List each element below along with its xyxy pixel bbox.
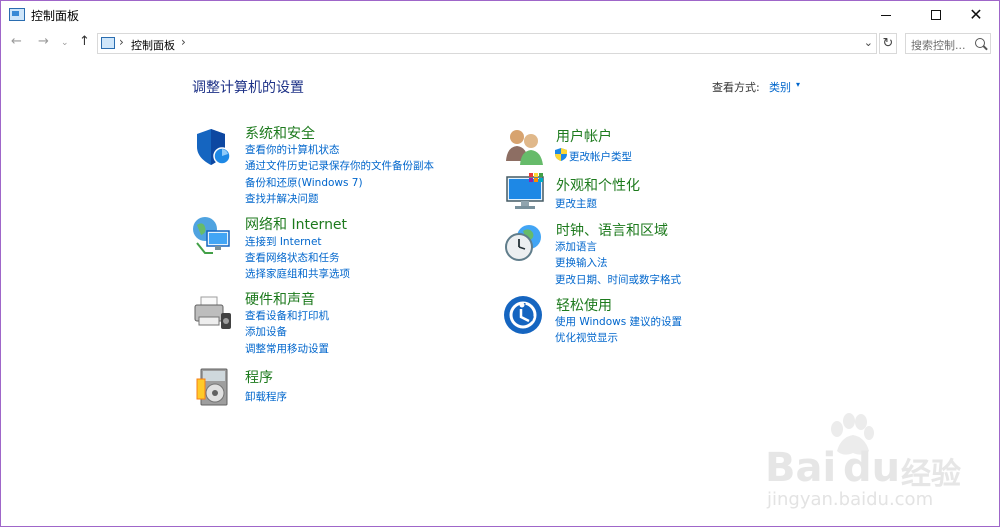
link-uninstall-program[interactable]: 卸载程序 xyxy=(245,389,287,404)
chevron-right-icon[interactable]: › xyxy=(119,35,124,49)
category-user-accounts[interactable]: 用户帐户 xyxy=(556,126,612,146)
link-homegroup[interactable]: 选择家庭组和共享选项 xyxy=(245,266,350,281)
watermark-brand: Bai xyxy=(765,445,837,491)
title-bar: 控制面板 ✕ xyxy=(1,1,999,29)
programs-icon[interactable] xyxy=(193,365,237,409)
link-recommended-settings[interactable]: 使用 Windows 建议的设置 xyxy=(555,314,682,329)
maximize-icon xyxy=(931,10,941,20)
link-change-input-method[interactable]: 更换输入法 xyxy=(555,255,608,270)
link-troubleshoot[interactable]: 查找并解决问题 xyxy=(245,191,319,206)
category-system-security[interactable]: 系统和安全 xyxy=(245,123,315,143)
window-title: 控制面板 xyxy=(31,9,80,23)
close-icon: ✕ xyxy=(969,5,983,24)
search-placeholder: 搜索控制... xyxy=(911,39,966,52)
category-hardware-sound[interactable]: 硬件和声音 xyxy=(245,289,315,309)
control-panel-window: 控制面板 ✕ ← → ⌄ ↑ › 控制面板 › ⌄ ↻ 搜索控制... 调整计算… xyxy=(0,0,1000,527)
category-clock-language-region[interactable]: 时钟、语言和区域 xyxy=(556,220,668,240)
address-bar[interactable]: › 控制面板 › ⌄ xyxy=(97,33,877,54)
up-button[interactable]: ↑ xyxy=(79,34,90,49)
navigation-bar: ← → ⌄ ↑ › 控制面板 › ⌄ ↻ 搜索控制... xyxy=(1,31,999,57)
printer-icon[interactable] xyxy=(191,291,235,335)
link-backup-restore[interactable]: 备份和还原(Windows 7) xyxy=(245,175,363,190)
breadcrumb-control-panel[interactable]: 控制面板 xyxy=(131,37,175,53)
network-globe-icon[interactable] xyxy=(191,213,235,257)
link-add-device[interactable]: 添加设备 xyxy=(245,324,287,339)
watermark-url: jingyan.baidu.com xyxy=(767,489,934,510)
shield-icon[interactable] xyxy=(191,125,235,169)
forward-button[interactable]: → xyxy=(38,34,49,49)
view-by-label: 查看方式: xyxy=(712,81,760,94)
recent-locations-dropdown[interactable]: ⌄ xyxy=(61,38,69,48)
refresh-button[interactable]: ↻ xyxy=(879,33,897,54)
close-button[interactable]: ✕ xyxy=(953,1,999,29)
category-appearance[interactable]: 外观和个性化 xyxy=(556,175,640,195)
back-button[interactable]: ← xyxy=(11,34,22,49)
uac-shield-icon xyxy=(555,148,567,161)
control-panel-icon xyxy=(9,8,25,21)
link-devices-printers[interactable]: 查看设备和打印机 xyxy=(245,308,329,323)
category-programs[interactable]: 程序 xyxy=(245,367,273,387)
link-date-time-format[interactable]: 更改日期、时间或数字格式 xyxy=(555,272,681,287)
page-title: 调整计算机的设置 xyxy=(192,80,304,96)
watermark-cn: 经验 xyxy=(901,457,961,492)
chevron-down-icon[interactable]: ▾ xyxy=(796,80,800,89)
category-ease-of-access[interactable]: 轻松使用 xyxy=(556,295,612,315)
users-icon[interactable] xyxy=(503,125,547,169)
link-mobility-settings[interactable]: 调整常用移动设置 xyxy=(245,341,329,356)
category-network-internet[interactable]: 网络和 Internet xyxy=(245,214,347,234)
link-view-computer-status[interactable]: 查看你的计算机状态 xyxy=(245,142,340,157)
link-optimize-display[interactable]: 优化视觉显示 xyxy=(555,330,618,345)
link-network-status[interactable]: 查看网络状态和任务 xyxy=(245,250,340,265)
link-connect-internet[interactable]: 连接到 Internet xyxy=(245,234,322,249)
chevron-right-icon[interactable]: › xyxy=(181,35,186,49)
search-input[interactable]: 搜索控制... xyxy=(905,33,991,54)
search-icon xyxy=(975,38,985,48)
minimize-icon xyxy=(881,14,891,16)
address-dropdown[interactable]: ⌄ xyxy=(864,36,873,49)
watermark-brand-2: du xyxy=(843,445,901,491)
clock-globe-icon[interactable] xyxy=(503,221,547,265)
link-add-language[interactable]: 添加语言 xyxy=(555,239,597,254)
ease-of-access-icon[interactable] xyxy=(503,295,547,339)
minimize-button[interactable] xyxy=(863,1,909,29)
baidu-watermark: Bai du 经验 jingyan.baidu.com xyxy=(761,411,981,521)
link-change-theme[interactable]: 更改主题 xyxy=(555,196,597,211)
monitor-palette-icon[interactable] xyxy=(503,171,547,215)
view-by-dropdown[interactable]: 类别 xyxy=(769,79,791,95)
link-change-account-type[interactable]: 更改帐户类型 xyxy=(569,149,632,164)
control-panel-icon xyxy=(101,37,115,49)
link-file-history[interactable]: 通过文件历史记录保存你的文件备份副本 xyxy=(245,158,434,173)
